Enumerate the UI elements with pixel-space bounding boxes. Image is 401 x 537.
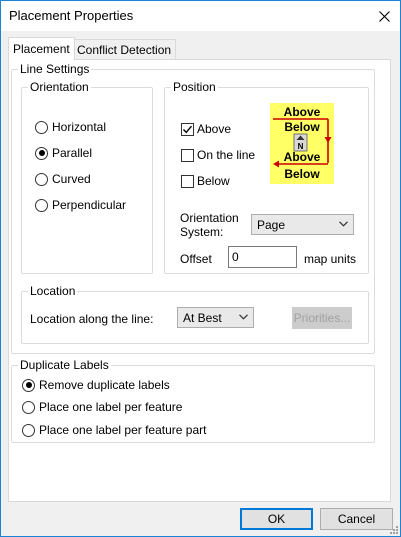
radio-label: Curved (52, 172, 91, 186)
location-along-line-label: Location along the line: (30, 312, 154, 326)
orientation-system-label: Orientation System: (180, 211, 239, 239)
line-settings-title: Line Settings (18, 62, 92, 76)
radio-one-label-per-feature-part[interactable]: Place one label per feature part (22, 423, 206, 437)
radio-curved[interactable]: Curved (35, 172, 91, 186)
radio-label: Place one label per feature part (39, 423, 207, 437)
radio-horizontal[interactable]: Horizontal (35, 120, 106, 134)
preview-bottom-below-text: Below (284, 167, 320, 181)
position-preview: Above Below Above Below N (270, 103, 334, 184)
checkbox-above[interactable]: Above (181, 122, 231, 136)
preview-top-above-text: Above (284, 105, 321, 119)
radio-perpendicular[interactable]: Perpendicular (35, 198, 126, 212)
close-button[interactable] (368, 1, 400, 31)
location-title: Location (28, 284, 78, 298)
location-along-line-dropdown[interactable]: At Best (177, 307, 254, 328)
radio-one-label-per-feature[interactable]: Place one label per feature (22, 400, 182, 414)
checkbox[interactable] (181, 174, 194, 188)
offset-input[interactable]: 0 (228, 246, 297, 268)
north-label: N (298, 142, 304, 151)
radio-button[interactable] (35, 172, 48, 186)
chevron-down-icon (239, 314, 248, 320)
chevron-down-icon (339, 221, 348, 227)
radio-button[interactable] (22, 423, 35, 437)
checkbox-on-the-line[interactable]: On the line (181, 148, 255, 162)
tab-placement[interactable]: Placement (8, 37, 75, 60)
offset-units-label: map units (304, 252, 357, 266)
resize-grip-icon[interactable] (388, 524, 398, 534)
arrow-down-icon (324, 137, 332, 143)
radio-label: Horizontal (52, 120, 107, 134)
radio-label: Perpendicular (52, 198, 127, 212)
preview-top-below-text: Below (284, 120, 320, 134)
arrow-left-icon (273, 160, 279, 168)
duplicate-labels-title: Duplicate Labels (18, 358, 111, 372)
radio-button[interactable] (35, 120, 48, 134)
offset-value: 0 (232, 250, 239, 264)
preview-bottom-above-text: Above (284, 150, 321, 164)
orientation-system-dropdown[interactable]: Page (251, 214, 354, 235)
radio-label: Place one label per feature (39, 400, 183, 414)
title-bar[interactable]: Placement Properties (1, 1, 400, 31)
duplicate-labels-group: Duplicate Labels Remove duplicate labels… (11, 358, 375, 443)
location-along-line-value: At Best (183, 310, 222, 325)
radio-button[interactable] (22, 378, 35, 392)
position-preview-graphic: Above Below Above Below N (273, 105, 332, 181)
radio-remove-duplicate-labels[interactable]: Remove duplicate labels (22, 378, 170, 392)
checkbox[interactable] (181, 148, 194, 162)
priorities-button[interactable]: Priorities... (292, 307, 352, 329)
location-group: Location Location along the line: At Bes… (21, 284, 369, 344)
position-group: Position Above On the line Below Orienta… (164, 80, 369, 274)
radio-button[interactable] (22, 400, 35, 414)
offset-label: Offset (180, 252, 212, 266)
checkmark-icon (182, 125, 193, 133)
close-icon (378, 10, 390, 22)
radio-parallel[interactable]: Parallel (35, 146, 92, 160)
radio-label: Parallel (52, 146, 93, 160)
ok-button[interactable]: OK (240, 508, 313, 530)
orientation-group: Orientation Horizontal Parallel Curved P… (21, 80, 153, 274)
tab-conflict-detection[interactable]: Conflict Detection (72, 39, 177, 60)
checkbox[interactable] (181, 122, 194, 136)
placement-properties-dialog: Placement Properties Placement Conflict … (0, 0, 401, 537)
window-title: Placement Properties (9, 8, 134, 23)
radio-label: Remove duplicate labels (39, 378, 170, 392)
radio-button[interactable] (35, 198, 48, 212)
cancel-button[interactable]: Cancel (320, 508, 393, 530)
position-title: Position (171, 80, 218, 94)
orientation-system-value: Page (257, 217, 286, 232)
orientation-title: Orientation (28, 80, 91, 94)
checkbox-label: Below (197, 174, 230, 188)
checkbox-below[interactable]: Below (181, 174, 230, 188)
north-arrow-icon: N (293, 133, 308, 152)
radio-button[interactable] (35, 146, 48, 160)
checkbox-label: Above (197, 122, 232, 136)
checkbox-label: On the line (197, 148, 256, 162)
